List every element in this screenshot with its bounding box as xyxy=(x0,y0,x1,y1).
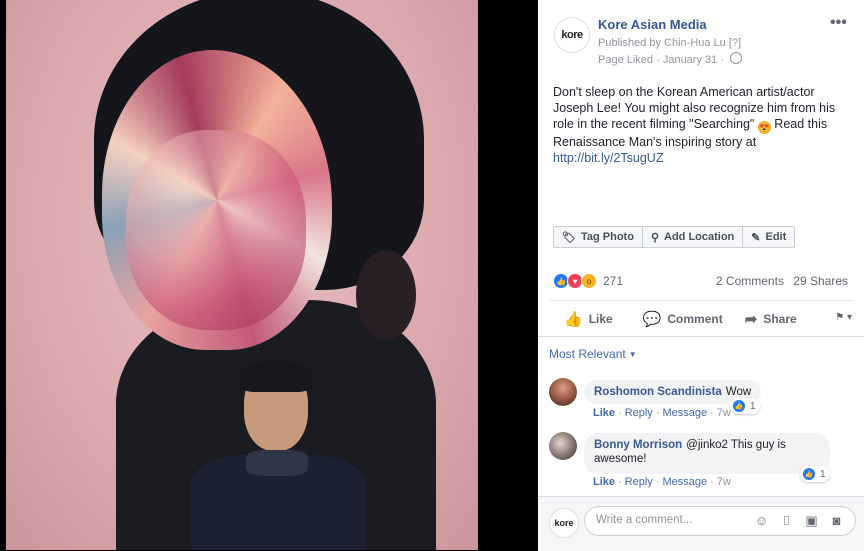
camera-icon[interactable]: ⌷ xyxy=(778,513,795,529)
shares-count[interactable]: 29 Shares xyxy=(793,274,848,288)
comment-author[interactable]: Roshomon Scandinista xyxy=(594,386,722,398)
composer-avatar: kore xyxy=(549,508,579,538)
comment-actions: Like · Reply · Message · 7w xyxy=(593,407,731,419)
add-location-button[interactable]: ⚲ Add Location xyxy=(643,227,744,247)
share-button[interactable]: ➦ Share xyxy=(745,308,797,328)
comment-message-link[interactable]: Message xyxy=(662,407,707,419)
tag-photo-button[interactable]: 🏷 Tag Photo xyxy=(554,227,643,247)
sticker-icon[interactable]: ◙ xyxy=(828,513,845,529)
comment-sort-dropdown[interactable]: Most Relevant ▼ xyxy=(549,347,637,361)
help-icon[interactable]: [?] xyxy=(729,37,741,49)
comment-reply-link[interactable]: Reply xyxy=(625,476,653,488)
post-meta: Page Liked · January 31 · xyxy=(598,52,743,66)
comment-reply-link[interactable]: Reply xyxy=(625,407,653,419)
published-by: Published by Chin-Hua Lu [?] xyxy=(598,37,742,49)
comment-author[interactable]: Bonny Morrison xyxy=(594,439,682,451)
edit-button[interactable]: ✎ Edit xyxy=(743,227,794,247)
comment-bubble-icon: 💬 xyxy=(642,311,662,328)
comment-actions: Like · Reply · Message · 7w xyxy=(593,476,731,488)
commenter-avatar[interactable] xyxy=(549,432,577,460)
like-reaction-icon: 👍 xyxy=(732,399,746,413)
tag-icon: 🏷 xyxy=(562,231,576,244)
gif-icon[interactable]: ▣ xyxy=(803,513,820,529)
location-pin-icon: ⚲ xyxy=(650,231,659,244)
comment-placeholder: Write a comment... xyxy=(596,514,693,526)
globe-icon xyxy=(730,52,743,64)
comment-message-link[interactable]: Message xyxy=(662,476,707,488)
pencil-icon: ✎ xyxy=(751,231,761,244)
post-link[interactable]: http://bit.ly/2TsugUZ xyxy=(553,151,663,165)
engagement-counts: 2 Comments 29 Shares xyxy=(710,274,848,288)
post-actions: 👍 Like 💬 Comment ➦ Share ⚑ ▾ xyxy=(550,300,852,335)
like-reaction-icon: 👍 xyxy=(802,467,816,481)
commenter-avatar[interactable] xyxy=(549,378,577,406)
post-text: Don't sleep on the Korean American artis… xyxy=(553,85,836,165)
like-button[interactable]: 👍 Like xyxy=(564,308,613,328)
chevron-down-icon: ▼ xyxy=(628,350,637,359)
post-date[interactable]: January 31 xyxy=(663,54,717,66)
comments-count[interactable]: 2 Comments xyxy=(716,274,784,288)
wow-reaction-icon: o xyxy=(581,273,597,289)
reaction-summary[interactable]: 👍 ♥ o 271 xyxy=(553,273,623,289)
thumbs-up-icon: 👍 xyxy=(564,311,583,328)
audience-selector-icon[interactable]: ⚑ ▾ xyxy=(835,312,852,323)
page-avatar[interactable]: kore xyxy=(554,17,590,53)
comment-reaction-count[interactable]: 👍 1 xyxy=(800,466,830,482)
comment-reaction-count[interactable]: 👍 1 xyxy=(730,398,760,414)
page-name-link[interactable]: Kore Asian Media xyxy=(598,17,707,32)
share-arrow-icon: ➦ xyxy=(744,311,758,328)
post-photo[interactable] xyxy=(6,0,478,550)
comment-composer: kore Write a comment... ☺ ⌷ ▣ ◙ xyxy=(538,496,864,551)
heart-eyes-emoji: 😍 xyxy=(757,121,771,134)
page-liked: Page Liked xyxy=(598,54,654,66)
comment-input[interactable]: Write a comment... ☺ ⌷ ▣ ◙ xyxy=(584,506,856,536)
reaction-count: 271 xyxy=(603,274,624,288)
comment-like-link[interactable]: Like xyxy=(593,476,615,488)
comment-button[interactable]: 💬 Comment xyxy=(643,308,723,328)
comment-text: Wow xyxy=(725,386,752,398)
comment-bubble: Bonny Morrison @jinko2 This guy is awesom… xyxy=(584,433,830,474)
post-sidebar: kore Kore Asian Media Published by Chin-… xyxy=(538,0,864,551)
photo-viewer xyxy=(0,0,538,550)
more-options-icon[interactable]: ••• xyxy=(830,14,847,32)
comment-time[interactable]: 7w xyxy=(717,476,731,488)
comment-time[interactable]: 7w xyxy=(717,407,731,419)
photo-tools: 🏷 Tag Photo ⚲ Add Location ✎ Edit xyxy=(553,226,796,248)
emoji-icon[interactable]: ☺ xyxy=(753,513,770,529)
comment-like-link[interactable]: Like xyxy=(593,407,615,419)
